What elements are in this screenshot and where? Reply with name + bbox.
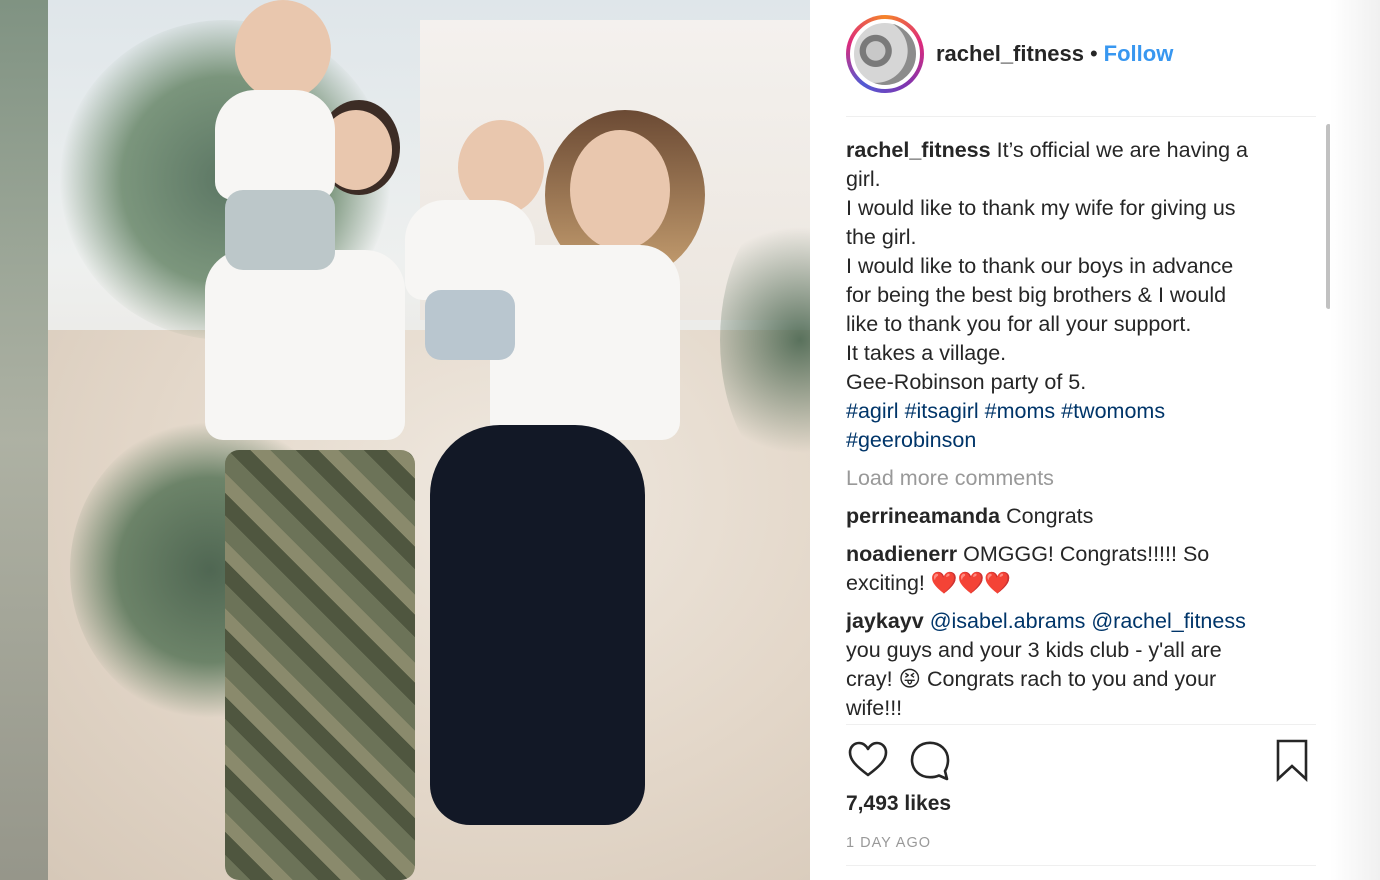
post-side-panel: rachel_fitness • Follow rachel_fitness I… bbox=[810, 0, 1380, 880]
caption-line: Gee-Robinson party of 5. bbox=[846, 370, 1087, 394]
heart-emoji: ❤️❤️❤️ bbox=[930, 571, 1012, 595]
caption: rachel_fitness It’s official we are havi… bbox=[846, 136, 1322, 455]
photo-baby-shorts-2 bbox=[425, 290, 515, 360]
photo-baby-shirt bbox=[215, 90, 335, 200]
comment-text: you guys and your 3 kids club - y'all ar… bbox=[846, 638, 1222, 662]
hashtag-link[interactable]: #agirl bbox=[846, 399, 899, 423]
comment-username[interactable]: jaykayv bbox=[846, 609, 924, 633]
photo-left-edge bbox=[0, 0, 48, 880]
photo-baby-shorts bbox=[225, 190, 335, 270]
comment-username[interactable]: noadienerr bbox=[846, 542, 957, 566]
caption-line: I would like to thank our boys in advanc… bbox=[846, 254, 1234, 278]
header-divider bbox=[846, 116, 1316, 117]
comment-item: perrineamanda Congrats bbox=[846, 502, 1322, 531]
likes-count[interactable]: 7,493 likes bbox=[846, 792, 951, 816]
mention-link[interactable]: @rachel_fitness bbox=[1091, 609, 1245, 633]
hashtag-link[interactable]: #itsagirl bbox=[905, 399, 979, 423]
caption-line: for being the best big brothers & I woul… bbox=[846, 283, 1227, 307]
caption-line: the girl. bbox=[846, 225, 917, 249]
caption-line: like to thank you for all your support. bbox=[846, 312, 1192, 336]
mention-link[interactable]: @isabel.abrams bbox=[930, 609, 1086, 633]
story-ring[interactable] bbox=[846, 15, 924, 93]
tongue-emoji: 😝 bbox=[898, 667, 921, 691]
comment-username[interactable]: perrineamanda bbox=[846, 504, 1000, 528]
action-bar bbox=[846, 738, 1308, 786]
comment-text: OMGGG! Congrats!!!!! So bbox=[963, 542, 1210, 566]
speech-bubble-icon[interactable] bbox=[908, 738, 952, 782]
post-header: rachel_fitness • Follow bbox=[846, 14, 1306, 94]
header-separator: • bbox=[1089, 41, 1098, 66]
caption-line: I would like to thank my wife for giving… bbox=[846, 196, 1236, 220]
hashtag-link[interactable]: #twomoms bbox=[1061, 399, 1165, 423]
caption-hashtags: #agirl #itsagirl #moms #twomoms bbox=[846, 397, 1322, 426]
photo-baby-face bbox=[235, 0, 331, 100]
comment-item: jaykayv @isabel.abrams @rachel_fitness y… bbox=[846, 607, 1322, 723]
comment-item: noadienerr OMGGG! Congrats!!!!! So excit… bbox=[846, 540, 1322, 598]
bottom-divider bbox=[846, 865, 1316, 866]
hashtag-link[interactable]: #geerobinson bbox=[846, 428, 976, 452]
caption-line: It’s official we are having a bbox=[996, 138, 1248, 162]
photo-person-shirt bbox=[205, 250, 405, 440]
photo-person-pants bbox=[225, 450, 415, 880]
heart-outline-icon[interactable] bbox=[846, 738, 890, 782]
hashtag-link[interactable]: #moms bbox=[985, 399, 1055, 423]
comment-text: cray! bbox=[846, 667, 899, 691]
window-right-edge bbox=[1330, 0, 1380, 880]
load-more-comments-button[interactable]: Load more comments bbox=[846, 464, 1322, 493]
avatar[interactable] bbox=[850, 19, 920, 89]
photo-baby-shirt-2 bbox=[405, 200, 535, 300]
post-timestamp[interactable]: 1 DAY AGO bbox=[846, 835, 931, 851]
caption-hashtags: #geerobinson bbox=[846, 426, 1322, 455]
comment-text: Congrats bbox=[1006, 504, 1094, 528]
actions-divider bbox=[846, 724, 1316, 725]
comment-text: Congrats rach to you and your bbox=[921, 667, 1217, 691]
photo-person-skirt bbox=[430, 425, 645, 825]
comment-text: wife!!! bbox=[846, 696, 903, 720]
caption-username[interactable]: rachel_fitness bbox=[846, 138, 991, 162]
photo-person-face-2 bbox=[570, 130, 670, 250]
caption-line: girl. bbox=[846, 167, 881, 191]
comments-list[interactable]: rachel_fitness It’s official we are havi… bbox=[846, 136, 1322, 724]
caption-line: It takes a village. bbox=[846, 341, 1007, 365]
bookmark-icon[interactable] bbox=[1270, 738, 1314, 782]
comment-text: exciting! bbox=[846, 571, 931, 595]
follow-button[interactable]: Follow bbox=[1104, 41, 1174, 67]
header-username[interactable]: rachel_fitness bbox=[936, 41, 1084, 67]
post-photo[interactable] bbox=[0, 0, 810, 880]
